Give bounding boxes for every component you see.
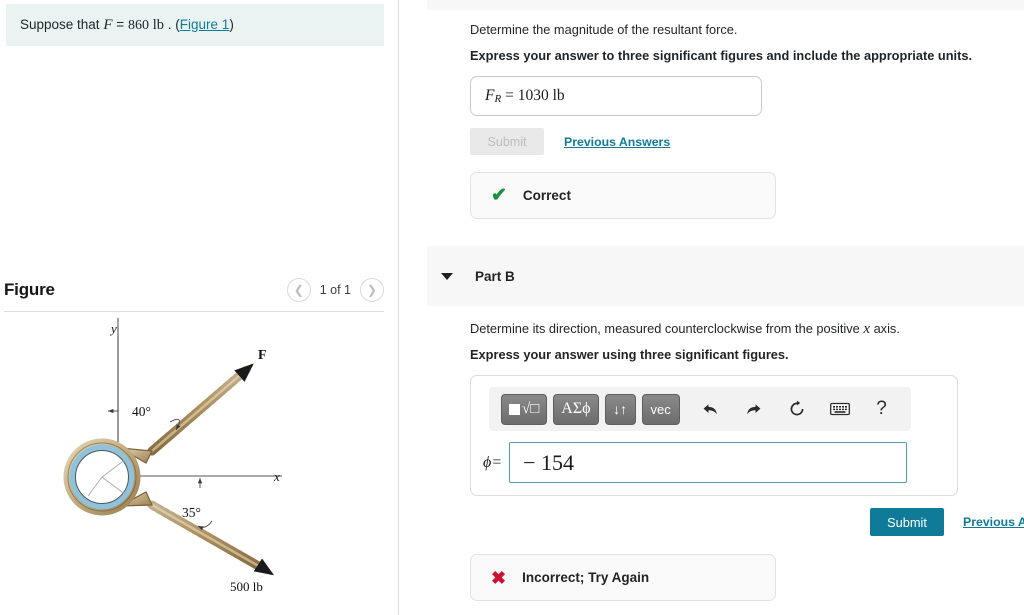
redo-icon[interactable]: [741, 396, 767, 422]
x-icon: ✖: [491, 567, 507, 588]
part-b-answer-zone: √□ ΑΣϕ ↓↑ vec ? ϕ= − 154: [470, 375, 958, 496]
force-diagram-svg: y x F 500 lb 40° 35°: [63, 295, 282, 594]
part-a-subscript: R: [494, 93, 502, 105]
angle-35-label: 35°: [182, 505, 201, 520]
part-b-label: Part B: [475, 268, 515, 284]
part-b-instruction: Express your answer using three signific…: [470, 347, 789, 362]
problem-prefix: Suppose that: [20, 16, 100, 32]
undo-icon[interactable]: [698, 396, 724, 422]
vector-key[interactable]: vec: [641, 393, 680, 425]
updown-arrows-key[interactable]: ↓↑: [604, 393, 636, 425]
part-a-value: 1030 lb: [517, 87, 565, 104]
part-a-previous-answers-link[interactable]: Previous Answers: [564, 135, 670, 149]
problem-statement-banner: Suppose that F = 860 lb . (Figure 1): [6, 4, 384, 46]
part-b-previous-answers-link[interactable]: Previous Answers: [963, 515, 1024, 529]
figure-header: Figure ❮ 1 of 1 ❯: [4, 268, 384, 312]
reset-icon[interactable]: [784, 396, 810, 422]
greek-symbols-key[interactable]: ΑΣϕ: [553, 393, 599, 425]
figure-navigation: ❮ 1 of 1 ❯: [286, 277, 384, 302]
part-a-submit-button[interactable]: Submit: [470, 128, 544, 155]
part-a-equals: =: [505, 87, 514, 104]
figure-counter: 1 of 1: [319, 282, 351, 297]
template-sqrt-key-label: √□: [522, 400, 540, 417]
check-icon: ✔: [491, 185, 507, 206]
problem-variable: F: [103, 16, 113, 33]
part-a-instruction: Express your answer to three significant…: [470, 48, 973, 63]
part-a-feedback-label: Correct: [522, 188, 571, 203]
help-icon[interactable]: ?: [869, 396, 895, 422]
chevron-right-icon[interactable]: ❯: [360, 277, 384, 302]
triangle-down-icon[interactable]: [441, 272, 453, 280]
figure-1-link[interactable]: Figure 1: [180, 17, 230, 32]
problem-period: .: [167, 16, 172, 32]
figure-title: Figure: [4, 279, 55, 299]
part-b-feedback-label: Incorrect; Try Again: [522, 570, 650, 585]
exercise-page: Suppose that F = 860 lb . (Figure 1) Fig…: [0, 0, 1024, 615]
part-b-feedback-box: ✖ Incorrect; Try Again: [470, 554, 776, 601]
problem-unit: lb: [152, 16, 164, 33]
phi-symbol: ϕ=: [483, 453, 503, 471]
part-b-header[interactable]: Part B: [427, 246, 1024, 306]
force-label-F: F: [258, 348, 267, 363]
left-panel: Suppose that F = 860 lb . (Figure 1) Fig…: [0, 0, 399, 615]
part-a-header-band: [427, 0, 1024, 10]
part-b-prompt-variable: x: [863, 321, 870, 337]
part-a-prompt: Determine the magnitude of the resultant…: [470, 22, 738, 37]
part-b-answer-row: ϕ= − 154: [483, 442, 908, 483]
part-b-prompt-after: axis.: [873, 321, 900, 336]
part-b-prompt: Determine its direction, measured counte…: [470, 320, 900, 340]
part-b-submit-button[interactable]: Submit: [870, 508, 944, 536]
load-label: 500 lb: [230, 579, 263, 594]
problem-statement-text: Suppose that F = 860 lb . (Figure 1): [20, 16, 234, 35]
part-a-answer-field[interactable]: FR = 1030 lb: [470, 76, 762, 116]
template-sqrt-key[interactable]: √□: [501, 393, 548, 425]
part-b-answer-input[interactable]: − 154: [509, 442, 908, 483]
right-panel: Determine the magnitude of the resultant…: [400, 0, 1024, 615]
filled-square-icon: [509, 403, 520, 415]
keyboard-icon[interactable]: [827, 396, 853, 422]
part-a-feedback-box: ✔ Correct: [470, 172, 776, 219]
upper-rope: [147, 363, 254, 456]
figure-diagram: y x F 500 lb 40° 35°: [0, 295, 399, 615]
part-b-prompt-before: Determine its direction, measured counte…: [470, 321, 860, 336]
problem-value: 860: [127, 17, 149, 33]
math-toolbar: √□ ΑΣϕ ↓↑ vec ?: [489, 387, 911, 431]
problem-equals: =: [116, 16, 125, 32]
angle-40-label: 40°: [132, 404, 151, 419]
axis-label-y: y: [109, 321, 117, 336]
part-a-answer-content: FR = 1030 lb: [485, 87, 565, 105]
axis-label-x: x: [273, 469, 280, 484]
lower-rope: [147, 500, 275, 576]
paren-close: ): [229, 16, 234, 32]
chevron-left-icon[interactable]: ❮: [286, 277, 311, 302]
